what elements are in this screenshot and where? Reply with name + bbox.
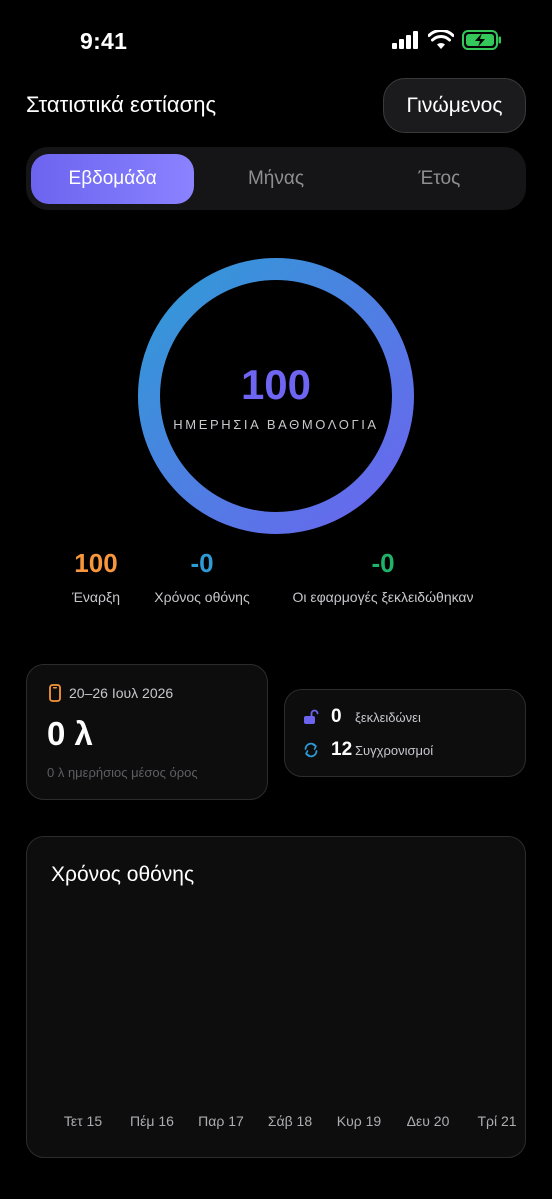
daily-score-ring: 100 ΗΜΕΡΗΣΙΑ ΒΑΘΜΟΛΟΓΙΑ [137,257,415,535]
tab-week[interactable]: Εβδομάδα [31,153,195,204]
x-tick-label: Κυρ 19 [336,1113,382,1129]
syncs-label: Συγχρονισμοί [355,742,434,758]
period-segmented-control: Εβδομάδα Μήνας Έτος [26,147,526,210]
week-total-value: 0 λ [47,715,93,752]
status-time: 9:41 [80,28,128,54]
x-tick-label: Πέμ 16 [130,1113,174,1129]
pro-button[interactable]: Γινώμενος [383,78,526,133]
sync-icon [304,742,318,758]
stat-screen-time-label: Χρόνος οθόνης [154,589,250,605]
stat-app-unlocks-value: -0 [371,548,395,578]
stat-screen-time-value: -0 [190,548,214,578]
x-tick-label: Δευ 20 [406,1113,450,1129]
stat-start-label: Έναρξη [71,589,121,605]
phone-icon [49,684,61,702]
cellular-signal-icon [392,31,418,49]
tab-year[interactable]: Έτος [358,154,521,204]
x-tick-label: Παρ 17 [198,1113,244,1129]
wifi-icon [428,30,454,49]
unlocks-syncs-card: 0 ξεκλειδώνει 12 Συγχρονισμοί [284,689,526,777]
page-title: Στατιστικά εστίασης [26,92,217,117]
daily-score-value: 100 [240,361,312,408]
week-daily-average: 0 λ ημερήσιος μέσος όρος [47,765,198,780]
unlocks-count: 0 [331,706,342,727]
status-icons [392,30,502,50]
stat-screen-time: -0 Χρόνος οθόνης [142,548,262,605]
syncs-count: 12 [331,739,353,760]
syncs-row: 12 Συγχρονισμοί [303,739,433,761]
unlock-icon [304,709,319,724]
stat-app-unlocks: -0 Οι εφαρμογές ξεκλειδώθηκαν [278,548,488,605]
daily-score-label: ΗΜΕΡΗΣΙΑ ΒΑΘΜΟΛΟΓΙΑ [173,417,379,432]
unlocks-row: 0 ξεκλειδώνει [303,706,421,728]
screen-time-chart [27,837,527,1159]
week-date-range: 20–26 Ιουλ 2026 [69,685,174,701]
stat-app-unlocks-label: Οι εφαρμογές ξεκλειδώθηκαν [292,589,474,605]
screen-time-x-axis: Τετ 15 Πέμ 16 Παρ 17 Σάβ 18 Κυρ 19 Δευ 20 Τρί … [27,1113,527,1133]
unlocks-label: ξεκλειδώνει [355,709,421,725]
stat-start: 100 Έναρξη [56,548,136,605]
week-summary-card[interactable]: 20–26 Ιουλ 2026 0 λ 0 λ ημερήσιος μέσος … [26,664,268,800]
tab-month[interactable]: Μήνας [194,154,357,204]
screen-time-chart-card: Χρόνος οθόνης Τετ 15 Πέμ 16 Παρ 17 Σάβ 18 Κυ… [26,836,526,1158]
battery-charging-icon [462,30,501,50]
x-tick-label: Τετ 15 [63,1113,103,1129]
status-bar: 9:41 [0,0,552,80]
x-tick-label: Σάβ 18 [267,1113,313,1129]
x-tick-label: Τρί 21 [477,1113,517,1129]
stat-start-value: 100 [74,548,118,578]
